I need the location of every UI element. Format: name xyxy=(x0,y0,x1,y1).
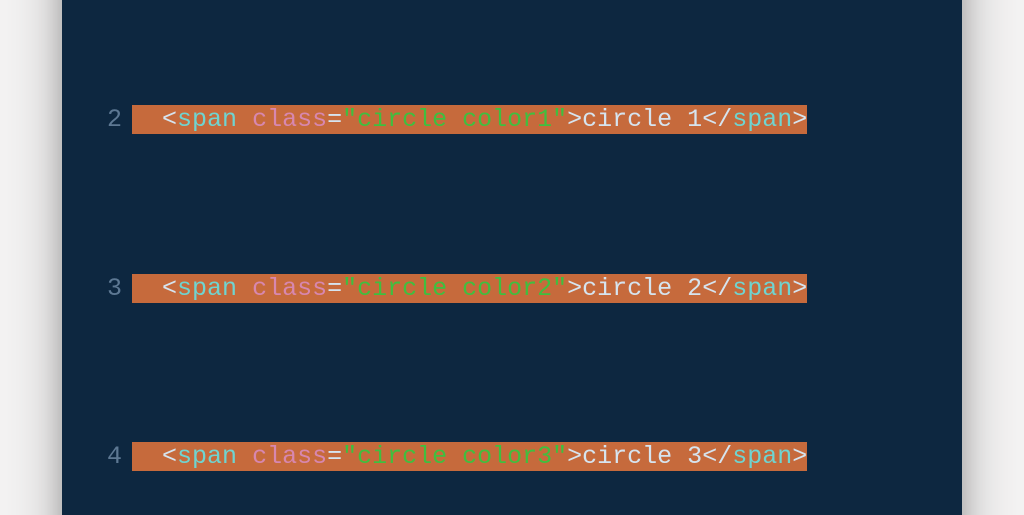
attr: class xyxy=(252,105,327,134)
punct: < xyxy=(162,442,177,471)
code-line: 2 <span class="circle color1">circle 1</… xyxy=(92,103,932,137)
indent xyxy=(132,105,162,134)
punct: > xyxy=(567,105,582,134)
indent xyxy=(132,274,162,303)
text: circle 2 xyxy=(582,274,702,303)
code-src: <span class="circle color1">circle 1</sp… xyxy=(132,103,807,137)
stage: 1 <div class="container display-inline-e… xyxy=(0,0,1024,515)
indent xyxy=(132,442,162,471)
code-src: <span class="circle color3">circle 3</sp… xyxy=(132,440,807,474)
punct: </ xyxy=(702,105,732,134)
punct: > xyxy=(792,274,807,303)
text: circle 3 xyxy=(582,442,702,471)
tag: span xyxy=(177,105,237,134)
attr: class xyxy=(252,274,327,303)
attr: class xyxy=(252,442,327,471)
punct: > xyxy=(792,442,807,471)
code-window: 1 <div class="container display-inline-e… xyxy=(62,0,962,515)
space xyxy=(237,105,252,134)
line-number: 3 xyxy=(92,272,132,306)
punct: > xyxy=(567,442,582,471)
line-number: 4 xyxy=(92,440,132,474)
punct: < xyxy=(162,105,177,134)
punct: </ xyxy=(702,274,732,303)
selection: <span class="circle color1">circle 1</sp… xyxy=(132,105,807,134)
selection: <span class="circle color3">circle 3</sp… xyxy=(132,442,807,471)
selection: <span class="circle color2">circle 2</sp… xyxy=(132,274,807,303)
code-editor[interactable]: 1 <div class="container display-inline-e… xyxy=(92,0,932,515)
code-line: 4 <span class="circle color3">circle 3</… xyxy=(92,440,932,474)
tag: span xyxy=(732,105,792,134)
code-src: <span class="circle color2">circle 2</sp… xyxy=(132,272,807,306)
string: "circle color1" xyxy=(342,105,567,134)
code-window-wrap: 1 <div class="container display-inline-e… xyxy=(62,0,962,515)
punct: > xyxy=(567,274,582,303)
punct: > xyxy=(792,105,807,134)
line-number: 2 xyxy=(92,103,132,137)
eq: = xyxy=(327,274,342,303)
string: "circle color3" xyxy=(342,442,567,471)
space xyxy=(237,442,252,471)
tag: span xyxy=(732,442,792,471)
eq: = xyxy=(327,442,342,471)
tag: span xyxy=(177,274,237,303)
space xyxy=(237,274,252,303)
tag: span xyxy=(732,274,792,303)
text: circle 1 xyxy=(582,105,702,134)
punct: < xyxy=(162,274,177,303)
eq: = xyxy=(327,105,342,134)
punct: </ xyxy=(702,442,732,471)
code-line: 3 <span class="circle color2">circle 2</… xyxy=(92,272,932,306)
string: "circle color2" xyxy=(342,274,567,303)
tag: span xyxy=(177,442,237,471)
